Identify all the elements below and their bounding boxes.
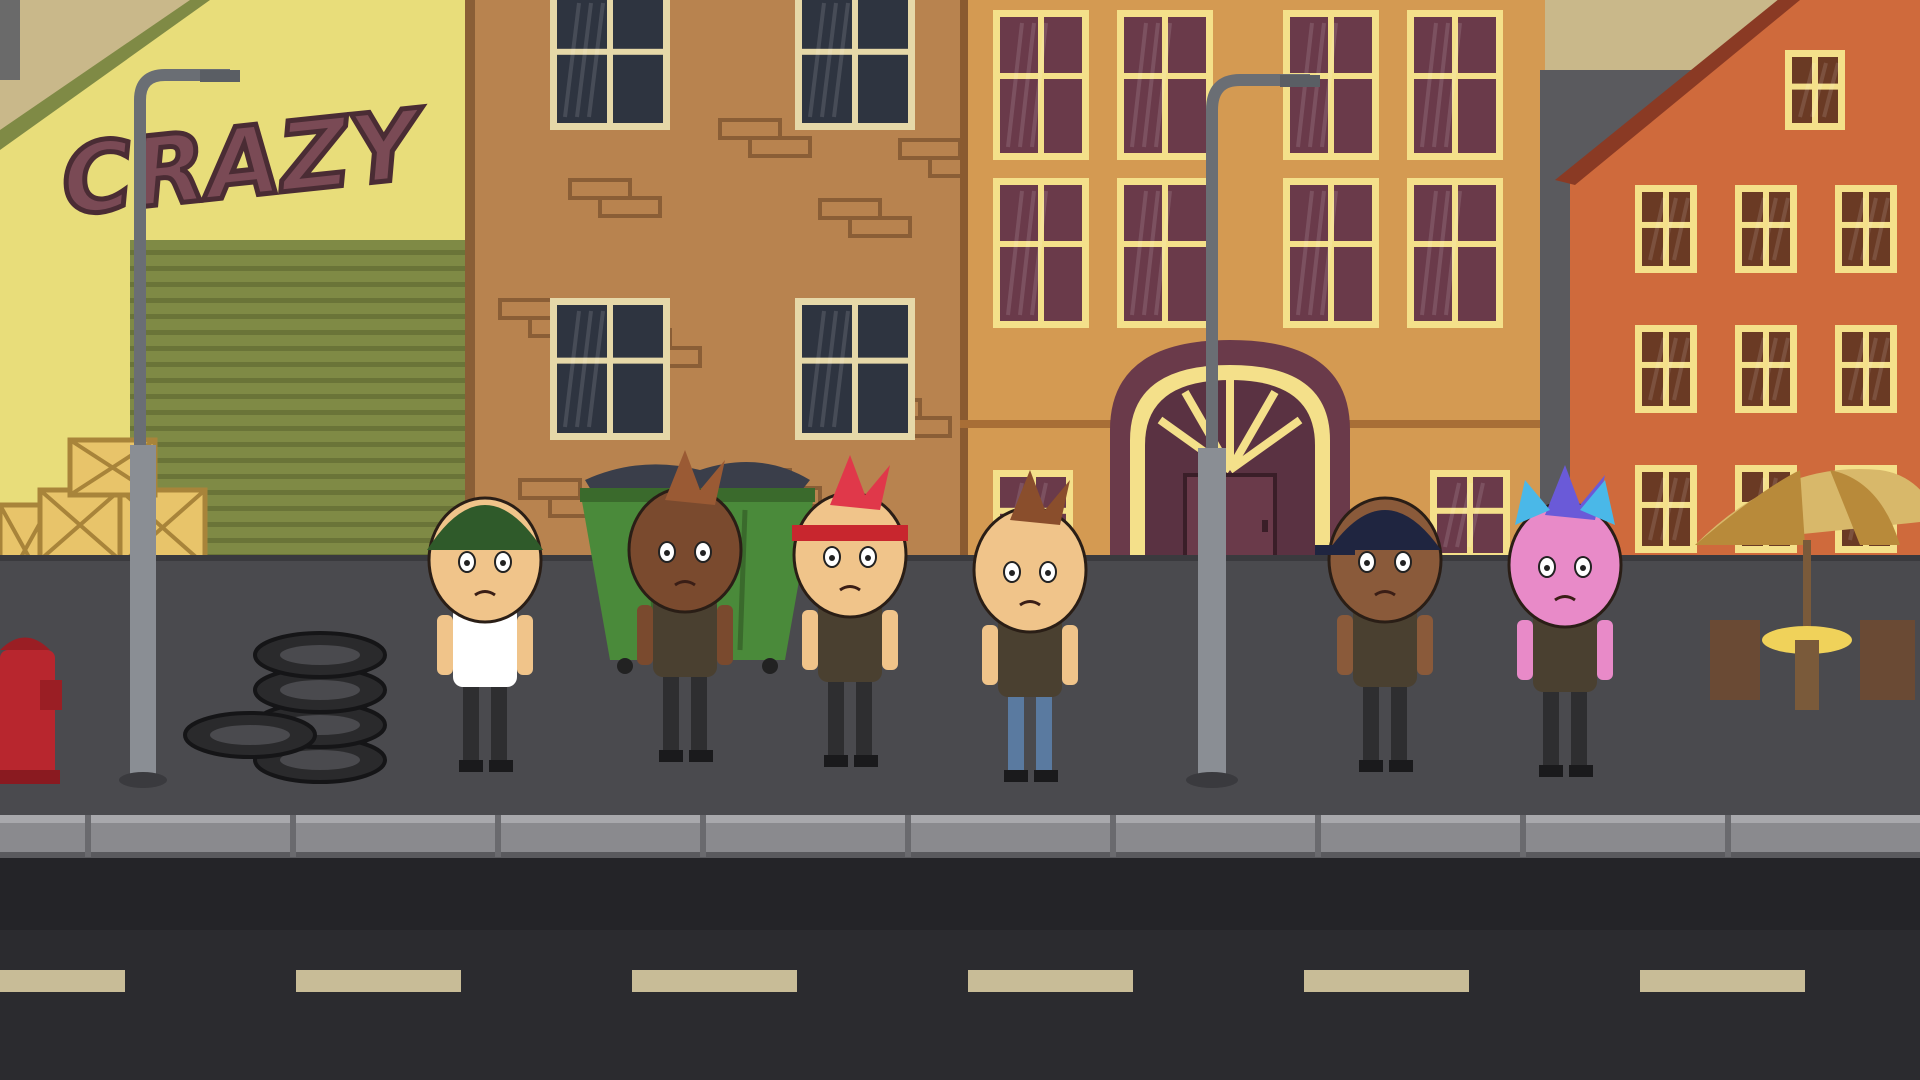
mohawk-goggles-icon [627, 486, 743, 614]
orange-window [1735, 185, 1797, 273]
orange-window [1785, 50, 1845, 130]
street-level-canvas: CRAZY [0, 0, 1920, 1080]
arched-doorway [1110, 340, 1350, 577]
fire-hydrant [0, 637, 62, 784]
brick-window [795, 0, 915, 130]
brick-window [550, 0, 670, 130]
orange-window [1835, 325, 1897, 413]
orange-window [1635, 465, 1697, 553]
yellow-window [1283, 178, 1379, 328]
game-scene: CRAZY [0, 0, 1920, 1080]
yellow-window [1117, 10, 1213, 160]
yellow-window [1407, 178, 1503, 328]
cat-ear-headphones-icon [1507, 501, 1623, 629]
orange-window [1735, 325, 1797, 413]
orange-window [1635, 325, 1697, 413]
wooden-crate [37, 487, 123, 563]
brick-window [795, 298, 915, 440]
brown-hair-kid-icon [972, 506, 1088, 634]
orange-window [1835, 185, 1897, 273]
brick-window [550, 298, 670, 440]
cafe-chair-left [1710, 620, 1760, 700]
red-mohawk-icon [792, 491, 908, 619]
yellow-window [993, 178, 1089, 328]
yellow-window [1430, 470, 1510, 560]
cafe-chair-right [1860, 620, 1915, 700]
tire [253, 631, 387, 679]
yellow-window [1407, 10, 1503, 160]
orange-window [1635, 185, 1697, 273]
curb [0, 815, 1920, 858]
yellow-window [1117, 178, 1213, 328]
tire [183, 711, 317, 759]
yellow-window [993, 10, 1089, 160]
yellow-building [960, 0, 1545, 577]
